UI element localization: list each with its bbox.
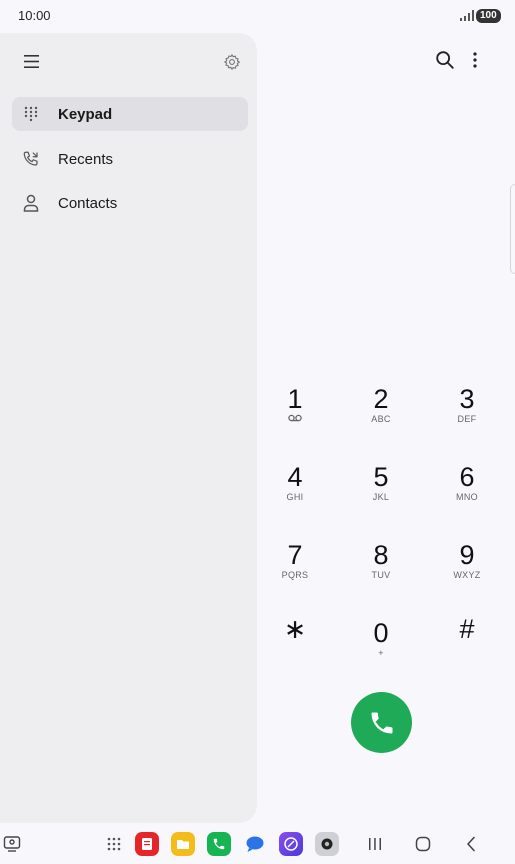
notes-app-icon[interactable] bbox=[135, 832, 159, 856]
key-hash[interactable]: # bbox=[427, 614, 507, 672]
phone-icon bbox=[371, 712, 392, 733]
recents-icon bbox=[369, 838, 381, 850]
apps-button[interactable] bbox=[102, 832, 126, 856]
back-button[interactable] bbox=[459, 832, 483, 856]
key-9[interactable]: 9 WXYZ bbox=[427, 540, 507, 598]
nav-label-recents: Recents bbox=[58, 150, 114, 168]
key-digit: # bbox=[459, 614, 475, 644]
key-4[interactable]: 4 GHI bbox=[255, 462, 335, 520]
home-button[interactable] bbox=[411, 832, 435, 856]
key-letters bbox=[427, 644, 507, 656]
key-digit: 6 bbox=[459, 462, 475, 492]
key-digit: 5 bbox=[373, 462, 389, 492]
key-letters: JKL bbox=[372, 492, 390, 502]
key-digit: 0 bbox=[373, 618, 389, 648]
nav-item-contacts[interactable]: Contacts bbox=[12, 186, 248, 220]
search-button[interactable] bbox=[434, 49, 456, 71]
key-letters: ABC bbox=[371, 414, 391, 424]
key-digit: 7 bbox=[287, 540, 303, 570]
status-time: 10:00 bbox=[18, 8, 51, 23]
key-8[interactable]: 8 TUV bbox=[341, 540, 421, 598]
key-letters: MNO bbox=[456, 492, 478, 502]
key-letters bbox=[255, 644, 335, 656]
menu-button[interactable] bbox=[18, 50, 44, 72]
navigation-drawer: Keypad Recents Contacts bbox=[0, 33, 257, 823]
gear-icon bbox=[223, 53, 241, 71]
nav-item-recents[interactable]: Recents bbox=[12, 142, 248, 176]
key-letters: GHI bbox=[286, 492, 304, 502]
settings-button[interactable] bbox=[219, 49, 245, 75]
key-digit: 2 bbox=[373, 384, 389, 414]
key-letters: PQRS bbox=[281, 570, 309, 580]
edge-panel-handle[interactable] bbox=[510, 184, 515, 274]
key-0[interactable]: 0 + bbox=[341, 618, 421, 676]
key-letters: + bbox=[378, 648, 384, 658]
key-star[interactable]: ∗ bbox=[255, 614, 335, 672]
search-icon bbox=[436, 51, 454, 69]
more-vert-icon bbox=[473, 52, 477, 68]
phone-app-icon[interactable] bbox=[207, 832, 231, 856]
internet-app-icon[interactable] bbox=[279, 832, 303, 856]
key-digit: 1 bbox=[287, 384, 303, 414]
nav-label-contacts: Contacts bbox=[58, 194, 118, 212]
dialpad-icon bbox=[21, 104, 41, 124]
key-5[interactable]: 5 JKL bbox=[341, 462, 421, 520]
taskbar bbox=[0, 824, 515, 864]
status-bar: 10:00 100 bbox=[0, 0, 515, 32]
key-6[interactable]: 6 MNO bbox=[427, 462, 507, 520]
key-letters: TUV bbox=[371, 570, 391, 580]
my-files-app-icon[interactable] bbox=[171, 832, 195, 856]
signal-icon bbox=[460, 10, 474, 21]
recent-calls-icon bbox=[21, 149, 41, 169]
key-1[interactable]: 1 bbox=[255, 384, 335, 442]
key-digit: 3 bbox=[459, 384, 475, 414]
messages-app-icon[interactable] bbox=[243, 832, 267, 856]
battery-indicator: 100 bbox=[476, 9, 501, 23]
nav-item-keypad[interactable]: Keypad bbox=[12, 97, 248, 131]
camera-app-icon[interactable] bbox=[315, 832, 339, 856]
more-options-button[interactable] bbox=[466, 49, 484, 71]
nav-label-keypad: Keypad bbox=[58, 105, 113, 123]
key-digit: ∗ bbox=[283, 614, 307, 644]
home-icon bbox=[415, 836, 431, 852]
voicemail-icon bbox=[255, 414, 335, 426]
key-2[interactable]: 2 ABC bbox=[341, 384, 421, 442]
key-3[interactable]: 3 DEF bbox=[427, 384, 507, 442]
key-digit: 9 bbox=[459, 540, 475, 570]
key-digit: 8 bbox=[373, 540, 389, 570]
key-7[interactable]: 7 PQRS bbox=[255, 540, 335, 598]
key-digit: 4 bbox=[287, 462, 303, 492]
key-letters: WXYZ bbox=[453, 570, 481, 580]
recent-apps-button[interactable] bbox=[363, 832, 387, 856]
back-icon bbox=[467, 836, 475, 852]
person-icon bbox=[21, 193, 41, 213]
assistant-icon bbox=[3, 836, 21, 852]
hamburger-icon bbox=[23, 54, 39, 68]
edge-panel-button[interactable] bbox=[0, 832, 24, 856]
key-letters: DEF bbox=[457, 414, 477, 424]
apps-grid-icon bbox=[107, 837, 121, 851]
call-button[interactable] bbox=[351, 692, 412, 753]
